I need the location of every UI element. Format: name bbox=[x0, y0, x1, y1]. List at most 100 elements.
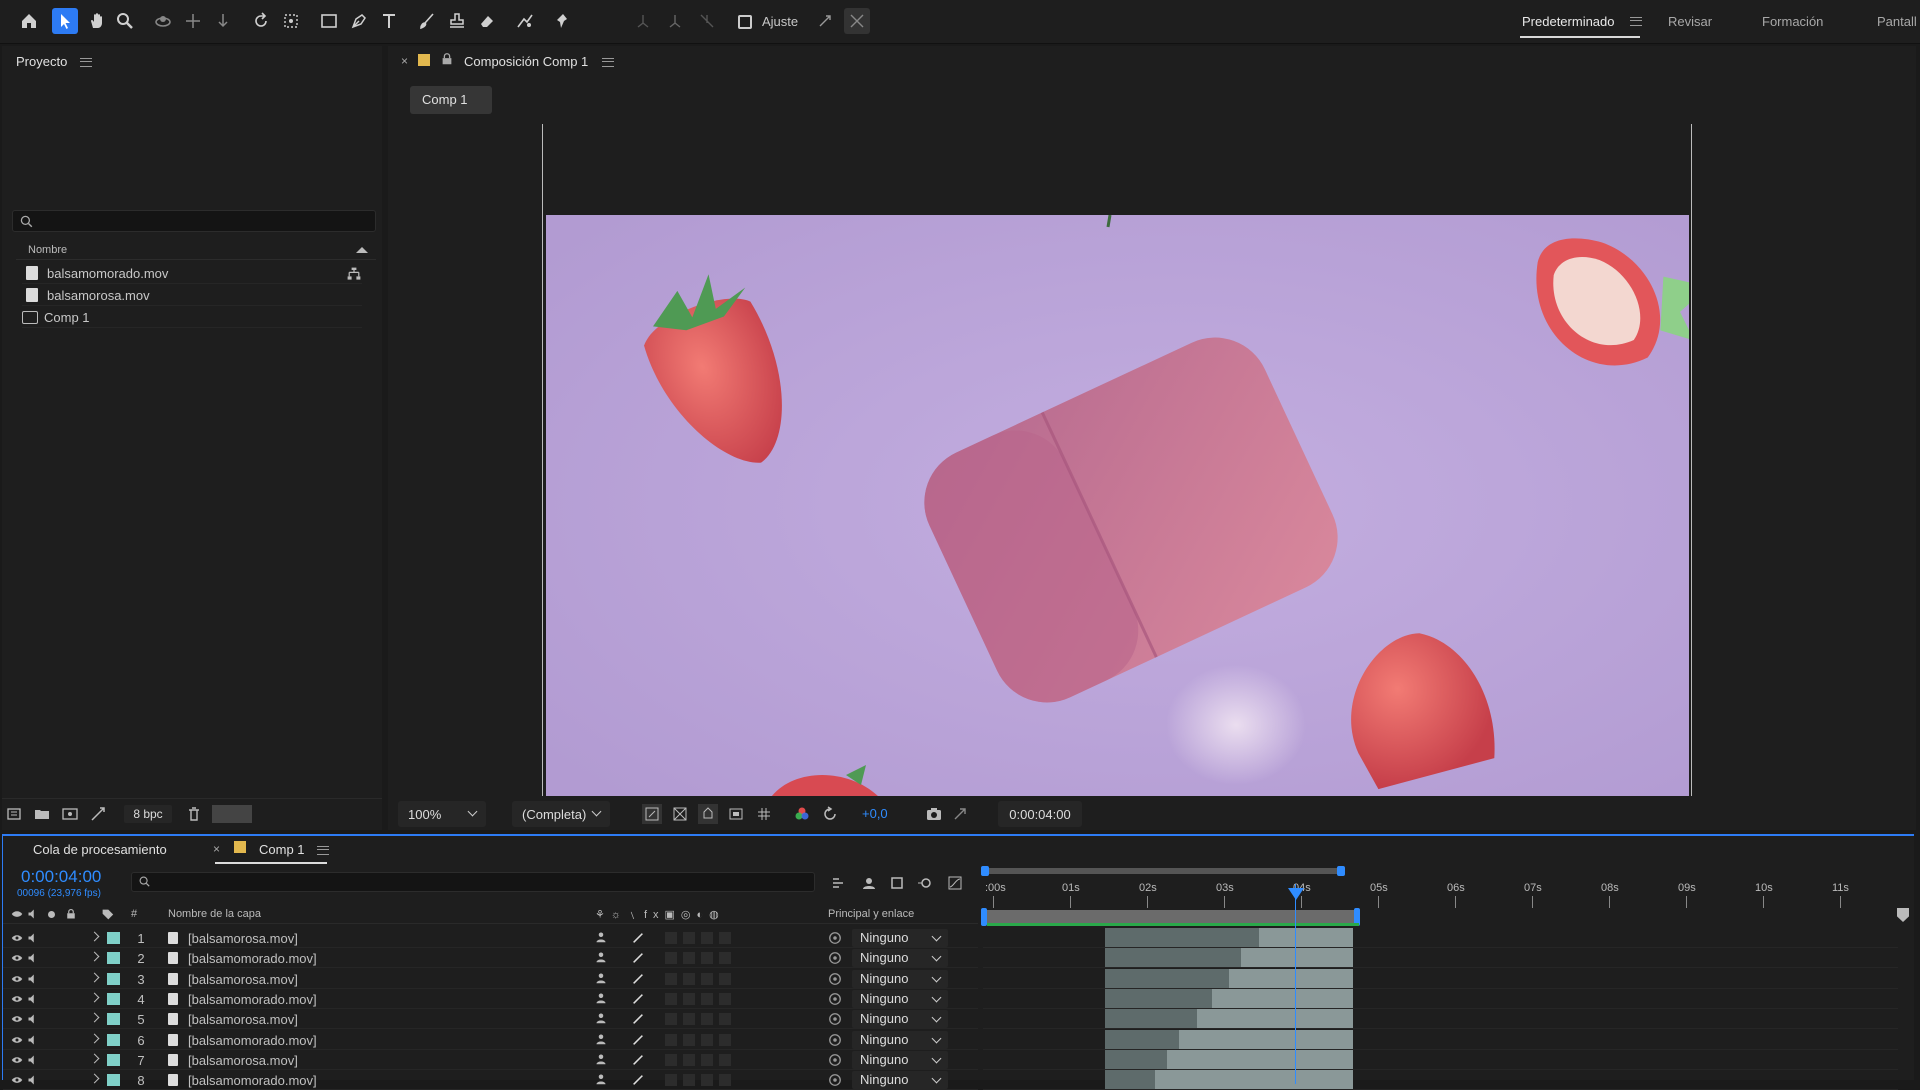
switch-box[interactable] bbox=[719, 1013, 731, 1026]
project-column-header[interactable]: Nombre bbox=[16, 242, 376, 260]
motion-blur-icon[interactable] bbox=[915, 873, 935, 893]
expand-chevron-icon[interactable] bbox=[89, 1073, 100, 1084]
label-color-swatch[interactable] bbox=[107, 1013, 120, 1026]
workspace-pantalla[interactable]: Pantall bbox=[1877, 14, 1917, 29]
eye-icon[interactable] bbox=[11, 1034, 23, 1046]
switch-box[interactable] bbox=[665, 952, 677, 965]
adjust-settings-icon[interactable] bbox=[88, 804, 108, 824]
switch-box[interactable] bbox=[683, 1053, 695, 1066]
expand-chevron-icon[interactable] bbox=[89, 992, 100, 1003]
pick-whip-icon[interactable] bbox=[828, 1053, 842, 1067]
resolution-dropdown[interactable]: (Completa) bbox=[512, 801, 610, 827]
solo-icon[interactable] bbox=[48, 911, 55, 918]
switch-box[interactable] bbox=[683, 992, 695, 1005]
orbit-icon[interactable] bbox=[150, 8, 176, 34]
quality-switch-icon[interactable] bbox=[631, 1033, 645, 1047]
layer-row[interactable]: 5 [balsamorosa.mov] Ninguno bbox=[3, 1009, 978, 1030]
switch-box[interactable] bbox=[719, 992, 731, 1005]
axis-view-icon[interactable] bbox=[694, 8, 720, 34]
work-area-end[interactable] bbox=[1337, 866, 1345, 876]
quality-switch-icon[interactable] bbox=[631, 951, 645, 965]
new-comp-icon[interactable] bbox=[60, 804, 80, 824]
stamp-icon[interactable] bbox=[444, 8, 470, 34]
layer-row[interactable]: 4 [balsamomorado.mov] Ninguno bbox=[3, 989, 978, 1009]
column-layer-name[interactable]: Nombre de la capa bbox=[168, 908, 261, 920]
shy-switch-icon[interactable] bbox=[595, 1053, 607, 1065]
speaker-icon[interactable] bbox=[27, 1074, 39, 1086]
parent-dropdown[interactable]: Ninguno bbox=[852, 949, 948, 968]
eye-icon[interactable] bbox=[11, 1074, 23, 1086]
label-color-swatch[interactable] bbox=[107, 972, 120, 985]
switch-box[interactable] bbox=[701, 1033, 713, 1046]
speaker-icon[interactable] bbox=[27, 993, 39, 1005]
eye-icon[interactable] bbox=[11, 1054, 23, 1066]
lock-column-icon[interactable] bbox=[65, 908, 77, 920]
layer-name[interactable]: [balsamorosa.mov] bbox=[188, 972, 298, 987]
shy-switch-icon[interactable] bbox=[595, 1073, 607, 1085]
bit-depth-button[interactable]: 8 bpc bbox=[124, 805, 172, 823]
label-color-swatch[interactable] bbox=[107, 1033, 120, 1046]
project-search-input[interactable] bbox=[12, 210, 376, 232]
shy-switch-icon[interactable] bbox=[595, 992, 607, 1004]
speaker-icon[interactable] bbox=[27, 1013, 39, 1025]
timeline-comp-tab[interactable]: Comp 1 bbox=[259, 842, 305, 857]
color-swatch[interactable] bbox=[212, 805, 252, 823]
parent-dropdown[interactable]: Ninguno bbox=[852, 1030, 948, 1049]
shy-switch-icon[interactable] bbox=[595, 972, 607, 984]
sort-arrow-icon[interactable] bbox=[356, 247, 368, 253]
pick-whip-icon[interactable] bbox=[828, 1033, 842, 1047]
layer-search-input[interactable] bbox=[131, 872, 815, 892]
label-color-swatch[interactable] bbox=[107, 952, 120, 965]
workspace-formacion[interactable]: Formación bbox=[1762, 14, 1823, 29]
eye-icon[interactable] bbox=[11, 1013, 23, 1025]
expand-chevron-icon[interactable] bbox=[89, 972, 100, 983]
parent-dropdown[interactable]: Ninguno bbox=[852, 929, 948, 947]
switch-box[interactable] bbox=[701, 1053, 713, 1066]
label-color-swatch[interactable] bbox=[107, 932, 120, 944]
quality-switch-icon[interactable] bbox=[631, 992, 645, 1006]
project-panel-title[interactable]: Proyecto bbox=[16, 54, 67, 69]
rotate-icon[interactable] bbox=[248, 8, 274, 34]
flowchart-icon[interactable] bbox=[346, 266, 362, 282]
layer-row[interactable]: 6 [balsamomorado.mov] Ninguno bbox=[3, 1030, 978, 1050]
anchor-icon[interactable] bbox=[278, 8, 304, 34]
switch-box[interactable] bbox=[683, 932, 695, 944]
project-item[interactable]: Comp 1 bbox=[22, 307, 362, 328]
transparency-grid-icon[interactable] bbox=[670, 804, 690, 824]
eye-icon[interactable] bbox=[11, 932, 23, 944]
work-area-bar[interactable] bbox=[985, 868, 1343, 874]
switch-box[interactable] bbox=[719, 972, 731, 985]
parent-dropdown[interactable]: Ninguno bbox=[852, 969, 948, 988]
parent-dropdown[interactable]: Ninguno bbox=[852, 989, 948, 1008]
playhead-handle[interactable] bbox=[1288, 888, 1304, 900]
brush-icon[interactable] bbox=[414, 8, 440, 34]
speaker-icon[interactable] bbox=[27, 1054, 39, 1066]
project-item[interactable]: balsamomorado.mov bbox=[22, 263, 362, 284]
roto-brush-icon[interactable] bbox=[512, 8, 538, 34]
switch-box[interactable] bbox=[701, 932, 713, 944]
eye-icon[interactable] bbox=[11, 993, 23, 1005]
dolly-icon[interactable] bbox=[210, 8, 236, 34]
pen-icon[interactable] bbox=[346, 8, 372, 34]
exposure-value[interactable]: +0,0 bbox=[862, 806, 888, 821]
comp-canvas[interactable] bbox=[546, 215, 1689, 796]
switch-box[interactable] bbox=[683, 1013, 695, 1026]
work-area-start[interactable] bbox=[981, 866, 989, 876]
lock-icon[interactable] bbox=[440, 52, 454, 66]
switch-box[interactable] bbox=[719, 1033, 731, 1046]
snap-grid-icon[interactable] bbox=[844, 8, 870, 34]
switch-box[interactable] bbox=[665, 1033, 677, 1046]
workspace-revisar[interactable]: Revisar bbox=[1668, 14, 1712, 29]
axis-world-icon[interactable] bbox=[662, 8, 688, 34]
quality-switch-icon[interactable] bbox=[631, 972, 645, 986]
layer-row[interactable]: 8 [balsamomorado.mov] Ninguno bbox=[3, 1070, 978, 1090]
parent-dropdown[interactable]: Ninguno bbox=[852, 1071, 948, 1090]
interpret-footage-icon[interactable] bbox=[4, 804, 24, 824]
layer-name[interactable]: [balsamomorado.mov] bbox=[188, 1073, 317, 1088]
speaker-icon[interactable] bbox=[27, 973, 39, 985]
timeline-scroll-right[interactable] bbox=[1897, 908, 1909, 922]
shy-switch-icon[interactable] bbox=[595, 1012, 607, 1024]
switch-box[interactable] bbox=[701, 1074, 713, 1087]
expand-chevron-icon[interactable] bbox=[89, 931, 100, 942]
zoom-dropdown[interactable]: 100% bbox=[398, 801, 486, 827]
